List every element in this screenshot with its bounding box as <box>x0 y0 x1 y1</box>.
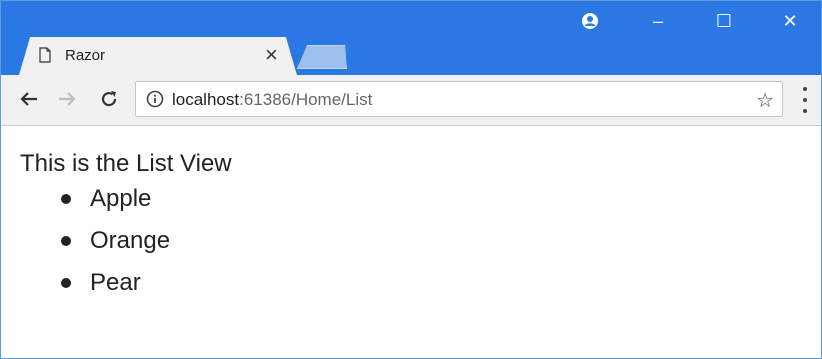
active-tab[interactable]: Razor × <box>19 37 297 75</box>
url-path: :61386/Home/List <box>239 90 373 109</box>
list-item: Apple <box>57 178 170 220</box>
address-bar[interactable]: localhost:61386/Home/List ☆ <box>135 81 783 117</box>
minimize-button[interactable]: – <box>625 1 691 41</box>
info-icon[interactable] <box>146 90 164 108</box>
page-content: This is the List View Apple Orange Pear <box>1 126 821 358</box>
tab-title: Razor <box>65 47 106 64</box>
new-tab-button[interactable] <box>297 45 351 69</box>
tab-close-icon[interactable]: × <box>265 42 278 68</box>
bookmark-star-icon[interactable]: ☆ <box>756 88 774 113</box>
reload-button[interactable] <box>95 85 123 113</box>
fruit-list: Apple Orange Pear <box>57 178 170 304</box>
url-host: localhost <box>172 90 240 109</box>
forward-arrow-icon <box>59 92 76 106</box>
profile-icon[interactable] <box>555 1 625 41</box>
close-window-button[interactable]: ✕ <box>757 1 821 41</box>
list-item: Pear <box>57 262 170 304</box>
browser-window: Razor × – ☐ ✕ localhost:61386/Home/List … <box>0 0 822 359</box>
more-vertical-icon[interactable] <box>795 87 815 113</box>
back-arrow-icon <box>20 92 37 106</box>
reload-icon <box>101 91 117 107</box>
url-text[interactable]: localhost:61386/Home/List <box>172 90 372 110</box>
back-button[interactable] <box>15 85 43 113</box>
title-bar: Razor × – ☐ ✕ <box>1 1 821 75</box>
page-heading: This is the List View <box>20 150 232 177</box>
forward-button[interactable] <box>53 85 81 113</box>
window-controls: – ☐ ✕ <box>555 1 821 41</box>
maximize-button[interactable]: ☐ <box>691 1 757 41</box>
browser-toolbar: localhost:61386/Home/List ☆ <box>1 75 821 126</box>
page-icon <box>39 47 51 63</box>
list-item: Orange <box>57 220 170 262</box>
